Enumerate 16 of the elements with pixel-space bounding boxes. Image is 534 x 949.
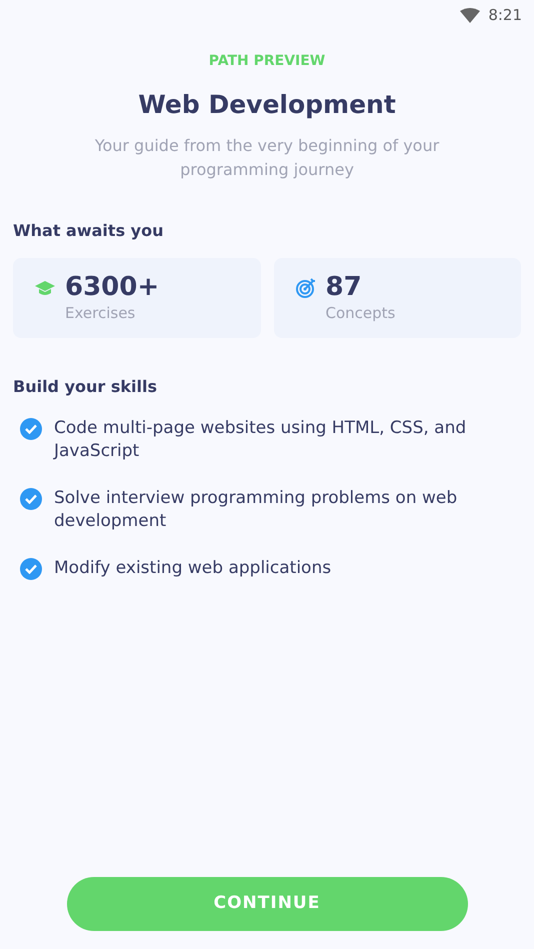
target-icon xyxy=(296,278,316,298)
wifi-icon xyxy=(460,8,480,22)
stat-value: 87 xyxy=(326,272,363,302)
stat-value: 6300+ xyxy=(65,272,160,302)
page-title: Web Development xyxy=(138,89,396,121)
skill-text: Solve interview programming problems on web development xyxy=(54,486,458,532)
section-heading: Build your skills xyxy=(12,376,158,398)
skill-text: Modify existing web applications xyxy=(54,556,332,580)
subtitle-text: Your guide from the very beginning of your programming journey xyxy=(94,134,440,180)
continue-button[interactable]: CONTINUE xyxy=(66,877,468,931)
eyebrow-label: PATH PREVIEW xyxy=(208,52,326,71)
stat-label: Exercises xyxy=(65,302,136,324)
status-time: 8:21 xyxy=(488,4,522,26)
skill-text: Code multi-page websites using HTML, CSS, and JavaScript xyxy=(54,416,468,462)
section-heading: What awaits you xyxy=(12,220,164,242)
stat-label: Concepts xyxy=(326,302,396,324)
